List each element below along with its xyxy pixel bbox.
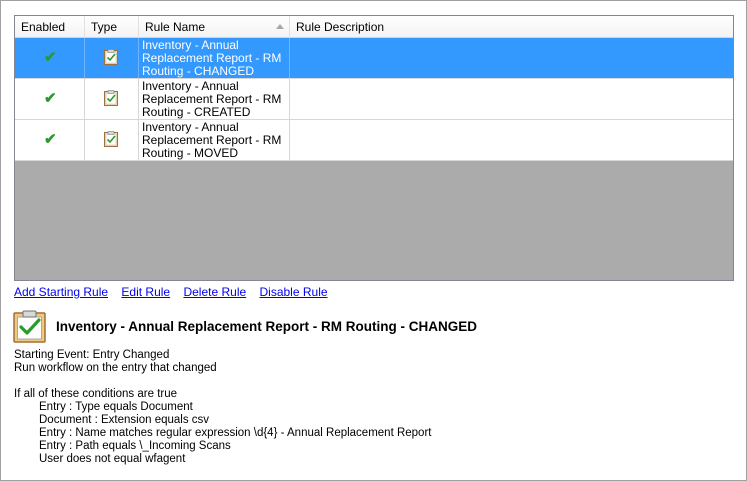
grid-header: Enabled Type Rule Name Rule Description — [15, 16, 733, 38]
add-starting-rule-link[interactable]: Add Starting Rule — [14, 285, 108, 299]
rule-description-cell[interactable] — [290, 120, 733, 160]
starting-event-text: Starting Event: Entry Changed — [14, 349, 170, 361]
rule-name: Inventory - Annual Replacement Report - … — [142, 120, 282, 160]
header-rule-name[interactable]: Rule Name — [139, 16, 290, 37]
rule-name-cell[interactable]: Inventory - Annual Replacement Report - … — [139, 79, 290, 119]
condition-item: Entry : Type equals Document — [39, 401, 193, 413]
type-cell — [85, 120, 139, 160]
check-icon: ✔ — [44, 49, 57, 66]
sort-ascending-icon — [276, 24, 284, 29]
clipboard-check-icon — [104, 90, 118, 106]
header-rule-description[interactable]: Rule Description — [290, 16, 733, 37]
condition-item: User does not equal wfagent — [39, 453, 186, 465]
enabled-cell[interactable]: ✔ — [15, 79, 85, 119]
rule-name: Inventory - Annual Replacement Report - … — [142, 79, 282, 119]
type-cell — [85, 38, 139, 78]
rule-detail-title: Inventory - Annual Replacement Report - … — [56, 319, 478, 334]
table-row[interactable]: ✔ Inventory - Annual Replacement Report … — [15, 120, 733, 161]
rule-description-cell[interactable] — [290, 38, 733, 78]
table-row[interactable]: ✔ Inventory - Annual Replacement Report … — [15, 79, 733, 120]
condition-item: Entry : Name matches regular expression … — [39, 427, 432, 439]
run-on-text: Run workflow on the entry that changed — [14, 362, 217, 374]
table-row[interactable]: ✔ Inventory - Annual Replacement Report … — [15, 38, 733, 79]
rule-name-cell[interactable]: Inventory - Annual Replacement Report - … — [139, 38, 290, 78]
edit-rule-link[interactable]: Edit Rule — [121, 285, 170, 299]
enabled-cell[interactable]: ✔ — [15, 38, 85, 78]
rule-name: Inventory - Annual Replacement Report - … — [142, 38, 282, 78]
rule-actions: Add Starting Rule Edit Rule Delete Rule … — [14, 285, 338, 299]
disable-rule-link[interactable]: Disable Rule — [260, 285, 328, 299]
header-type[interactable]: Type — [85, 16, 139, 37]
clipboard-check-icon — [13, 310, 46, 343]
clipboard-check-icon — [104, 131, 118, 147]
delete-rule-link[interactable]: Delete Rule — [183, 285, 246, 299]
rule-description-cell[interactable] — [290, 79, 733, 119]
conditions-header: If all of these conditions are true — [14, 388, 178, 400]
header-rule-name-label: Rule Name — [145, 20, 206, 34]
condition-item: Entry : Path equals \_Incoming Scans — [39, 440, 231, 452]
type-cell — [85, 79, 139, 119]
check-icon: ✔ — [44, 131, 57, 148]
clipboard-check-icon — [104, 49, 118, 65]
condition-item: Document : Extension equals csv — [39, 414, 210, 426]
rule-name-cell[interactable]: Inventory - Annual Replacement Report - … — [139, 120, 290, 160]
header-enabled[interactable]: Enabled — [15, 16, 85, 37]
rules-grid[interactable]: Enabled Type Rule Name Rule Description … — [14, 15, 734, 281]
check-icon: ✔ — [44, 90, 57, 107]
enabled-cell[interactable]: ✔ — [15, 120, 85, 160]
